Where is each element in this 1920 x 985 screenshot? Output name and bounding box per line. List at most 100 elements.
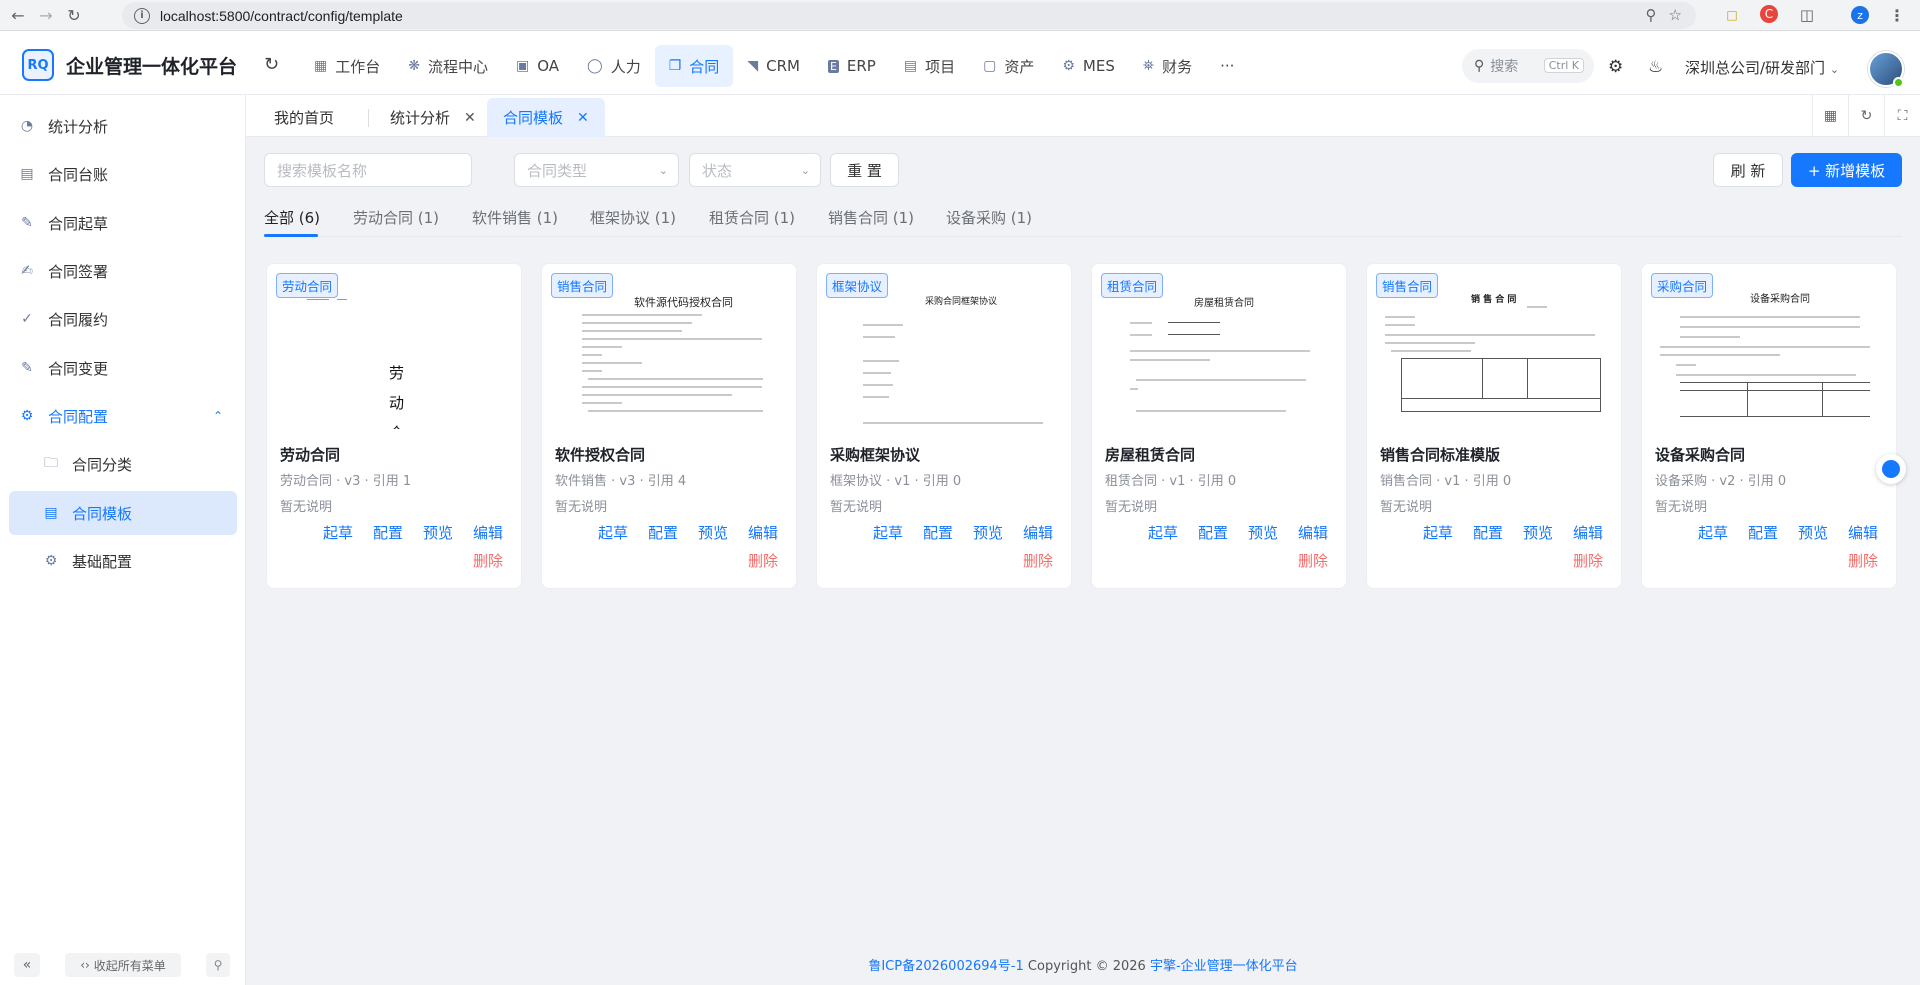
nav-workflow[interactable]: ❋ 流程中心: [394, 45, 502, 87]
reset-button[interactable]: 重 置: [830, 153, 899, 187]
category-tab-lease[interactable]: 租赁合同 (1): [709, 207, 795, 228]
zoom-icon[interactable]: ⚲: [1646, 6, 1657, 24]
delete-link[interactable]: 删除: [1848, 550, 1878, 571]
edit-link[interactable]: 编辑: [1023, 522, 1053, 543]
category-tab-equipment[interactable]: 设备采购 (1): [946, 207, 1032, 228]
extension-c-icon[interactable]: C: [1760, 5, 1778, 23]
nav-contract[interactable]: ❐ 合同: [654, 45, 734, 87]
category-tab-sales[interactable]: 销售合同 (1): [828, 207, 914, 228]
template-card[interactable]: 采购合同框架协议 框架协议 采购框架协议 框架协议 · v1 · 引用 0 暂无…: [816, 263, 1072, 589]
close-icon[interactable]: ✕: [577, 110, 589, 126]
sidebar-item-template[interactable]: ▤ 合同模板: [9, 491, 237, 535]
draft-link[interactable]: 起草: [1698, 522, 1728, 543]
preview-link[interactable]: 预览: [1798, 522, 1828, 543]
bookmark-star-icon[interactable]: ☆: [1669, 6, 1682, 24]
sidebar-item-sign[interactable]: ✍ 合同签署: [9, 249, 237, 293]
settings-gear-icon[interactable]: ⚙: [1608, 57, 1623, 77]
config-link[interactable]: 配置: [648, 522, 678, 543]
nav-project[interactable]: ▤ 项目: [890, 45, 969, 87]
category-tab-framework[interactable]: 框架协议 (1): [590, 207, 676, 228]
global-search[interactable]: ⚲ 搜索 Ctrl K: [1462, 49, 1594, 83]
nav-asset[interactable]: ▢ 资产: [969, 45, 1048, 87]
contract-type-select[interactable]: 合同类型 ⌄: [514, 153, 679, 187]
site-info-icon[interactable]: i: [134, 7, 150, 24]
nav-mes[interactable]: ⚙ MES: [1048, 45, 1129, 87]
brand-link[interactable]: 宇擎-企业管理一体化平台: [1150, 959, 1298, 974]
extensions-puzzle-icon[interactable]: ◫: [1797, 5, 1817, 25]
sidebar-item-draft[interactable]: ✎ 合同起草: [9, 201, 237, 245]
tab-template[interactable]: 合同模板 ✕: [487, 98, 605, 137]
tab-stats[interactable]: 统计分析 ✕: [390, 98, 476, 137]
close-icon[interactable]: ✕: [464, 110, 476, 126]
nav-oa[interactable]: ▣ OA: [502, 45, 573, 87]
sidebar-item-perform[interactable]: ✓ 合同履约: [9, 297, 237, 341]
template-card[interactable]: 销 售 合 同 销售合同 销售合同标准模版 销售合同 · v1 · 引用 0 暂…: [1366, 263, 1622, 589]
config-link[interactable]: 配置: [923, 522, 953, 543]
draft-link[interactable]: 起草: [1148, 522, 1178, 543]
browser-menu-icon[interactable]: ⋮: [1887, 5, 1907, 25]
profile-avatar[interactable]: z: [1851, 6, 1869, 24]
preview-link[interactable]: 预览: [1523, 522, 1553, 543]
refresh-button[interactable]: 刷 新: [1713, 153, 1783, 187]
assistant-float-button[interactable]: [1876, 454, 1906, 484]
sidebar-item-change[interactable]: ✎ 合同变更: [9, 346, 237, 390]
nav-erp[interactable]: E ERP: [814, 45, 890, 87]
reload-icon[interactable]: ↻: [60, 1, 88, 29]
delete-link[interactable]: 删除: [1573, 550, 1603, 571]
pin-icon[interactable]: ⚲: [206, 953, 230, 977]
template-card[interactable]: 房屋租赁合同 租赁合同 房屋租赁合同 租赁合同 · v1 · 引用 0 暂无说明…: [1091, 263, 1347, 589]
grid-view-icon[interactable]: ▦: [1812, 95, 1848, 137]
category-tab-software[interactable]: 软件销售 (1): [472, 207, 558, 228]
sidebar-item-config[interactable]: ⚙ 合同配置 ⌃: [9, 394, 237, 438]
nav-more[interactable]: ···: [1206, 45, 1248, 87]
forward-icon[interactable]: →: [32, 1, 60, 29]
sidebar-item-stats[interactable]: ◔ 统计分析: [9, 104, 237, 148]
icp-link[interactable]: 鲁ICP备2026002694号-1: [868, 959, 1023, 974]
config-link[interactable]: 配置: [373, 522, 403, 543]
template-card[interactable]: 设备采购合同 采购合同 设备采购合同 设备采购 · v2 · 引用 0 暂无说明…: [1641, 263, 1897, 589]
draft-link[interactable]: 起草: [1423, 522, 1453, 543]
delete-link[interactable]: 删除: [748, 550, 778, 571]
edit-link[interactable]: 编辑: [1848, 522, 1878, 543]
template-name-search[interactable]: 搜索模板名称: [264, 153, 472, 187]
preview-link[interactable]: 预览: [1248, 522, 1278, 543]
config-link[interactable]: 配置: [1473, 522, 1503, 543]
nav-finance[interactable]: ⛯ 财务: [1129, 45, 1206, 87]
refresh-tab-icon[interactable]: ↻: [1848, 95, 1884, 137]
sidebar-item-basic-config[interactable]: ⚙ 基础配置: [9, 539, 237, 583]
sidebar-item-ledger[interactable]: ▤ 合同台账: [9, 152, 237, 196]
template-card[interactable]: 软件源代码授权合同 销售合同 软件授权合同 软件销售 · v3 · 引用 4 暂…: [541, 263, 797, 589]
add-template-button[interactable]: + 新增模板: [1791, 153, 1902, 187]
nav-hr[interactable]: ◯ 人力: [573, 45, 655, 87]
bell-icon[interactable]: ♨: [1648, 57, 1663, 77]
fullscreen-icon[interactable]: ⛶: [1884, 95, 1920, 137]
delete-link[interactable]: 删除: [1023, 550, 1053, 571]
category-tab-all[interactable]: 全部 (6): [264, 207, 320, 228]
preview-link[interactable]: 预览: [973, 522, 1003, 543]
config-link[interactable]: 配置: [1748, 522, 1778, 543]
sidebar-item-category[interactable]: 🗀 合同分类: [9, 442, 237, 486]
status-select[interactable]: 状态 ⌄: [689, 153, 821, 187]
nav-crm[interactable]: ◥ CRM: [733, 45, 814, 87]
edit-link[interactable]: 编辑: [1298, 522, 1328, 543]
nav-dashboard[interactable]: ▦ 工作台: [300, 45, 394, 87]
preview-link[interactable]: 预览: [423, 522, 453, 543]
template-card[interactable]: 劳 动 合 劳动合同 劳动合同 劳动合同 · v3 · 引用 1 暂无说明 起草…: [266, 263, 522, 589]
draft-link[interactable]: 起草: [873, 522, 903, 543]
delete-link[interactable]: 删除: [473, 550, 503, 571]
draft-link[interactable]: 起草: [323, 522, 353, 543]
extension-note-icon[interactable]: □: [1722, 5, 1742, 25]
collapse-sidebar-icon[interactable]: «: [14, 953, 40, 977]
edit-link[interactable]: 编辑: [473, 522, 503, 543]
preview-link[interactable]: 预览: [698, 522, 728, 543]
config-link[interactable]: 配置: [1198, 522, 1228, 543]
address-bar[interactable]: i localhost:5800/contract/config/templat…: [122, 2, 1696, 29]
fold-all-menus-button[interactable]: ‹› 收起所有菜单: [65, 953, 181, 977]
edit-link[interactable]: 编辑: [1573, 522, 1603, 543]
org-switcher[interactable]: 深圳总公司/研发部门 ⌄: [1685, 57, 1839, 78]
delete-link[interactable]: 删除: [1298, 550, 1328, 571]
edit-link[interactable]: 编辑: [748, 522, 778, 543]
draft-link[interactable]: 起草: [598, 522, 628, 543]
tab-home[interactable]: 我的首页: [274, 98, 334, 137]
category-tab-labor[interactable]: 劳动合同 (1): [353, 207, 439, 228]
